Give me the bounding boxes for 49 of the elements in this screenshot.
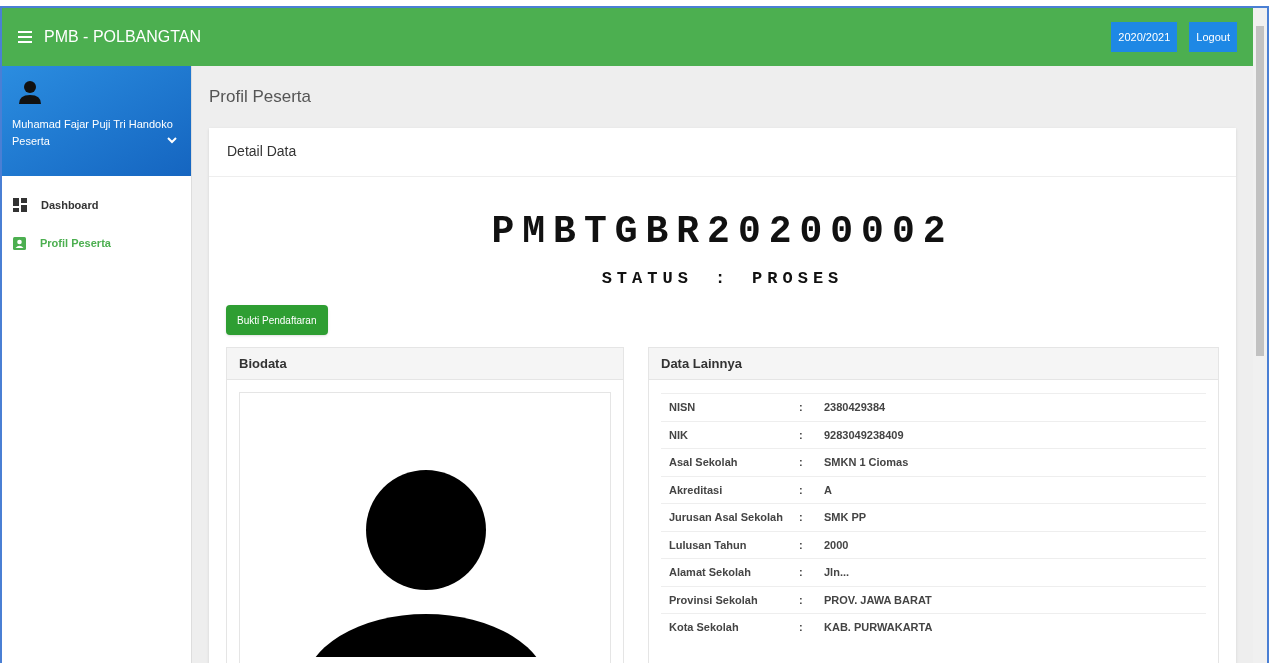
field-value: 9283049238409 [824, 427, 904, 443]
menu-icon[interactable] [18, 31, 32, 43]
panel-title: Biodata [239, 354, 287, 373]
status-value: PROSES [752, 267, 844, 290]
field-label: Provinsi Sekolah [669, 592, 759, 608]
status-label: STATUS [601, 267, 693, 290]
id-badge-icon [13, 236, 26, 250]
field-value: SMK PP [824, 510, 867, 525]
user-icon [18, 80, 42, 104]
scrollbar[interactable] [1253, 8, 1267, 663]
page-title: Profil Peserta [209, 86, 313, 108]
registration-id: PMBTGBR20200002 [491, 208, 954, 255]
field-label: Akreditasi [669, 482, 724, 498]
field-label: Jurusan Asal Sekolah [669, 510, 784, 525]
field-colon: : [799, 482, 804, 498]
field-value: PROV. JAWA BARAT [824, 592, 932, 608]
dashboard-icon [13, 198, 27, 212]
field-value: 2380429384 [824, 400, 886, 415]
registration-proof-button[interactable]: Bukti Pendaftaran [226, 305, 328, 335]
field-colon: : [799, 537, 804, 553]
field-colon: : [799, 400, 804, 415]
status-separator: : [714, 267, 731, 290]
field-label: Asal Sekolah [669, 455, 739, 470]
field-label: NIK [669, 427, 689, 443]
field-colon: : [799, 510, 804, 525]
chevron-down-icon[interactable] [167, 137, 177, 145]
field-value: KAB. PURWAKARTA [824, 620, 933, 635]
field-label: NISN [669, 400, 697, 415]
field-value: A [824, 482, 832, 498]
app-title: PMB - POLBANGTAN [44, 27, 202, 47]
field-value: SMKN 1 Ciomas [824, 455, 909, 470]
nav-item[interactable]: Profil Peserta [2, 224, 191, 262]
field-value: Jln... [824, 565, 850, 580]
field-label: Kota Sekolah [669, 620, 740, 635]
user-role: Peserta [12, 133, 50, 149]
field-colon: : [799, 565, 804, 580]
field-colon: : [799, 455, 804, 470]
nav-item[interactable]: Dashboard [2, 186, 191, 224]
field-value: 2000 [824, 537, 849, 553]
panel-title: Data Lainnya [661, 354, 742, 373]
field-colon: : [799, 592, 804, 608]
field-colon: : [799, 427, 804, 443]
field-label: Lulusan Tahun [669, 537, 748, 553]
field-colon: : [799, 620, 804, 635]
logout-button[interactable]: Logout [1189, 22, 1237, 52]
year-button[interactable]: 2020/2021 [1111, 22, 1178, 52]
user-name: Muhamad Fajar Puji Tri Handoko [12, 117, 174, 132]
card-title: Detail Data [227, 142, 297, 161]
field-label: Alamat Sekolah [669, 565, 752, 580]
